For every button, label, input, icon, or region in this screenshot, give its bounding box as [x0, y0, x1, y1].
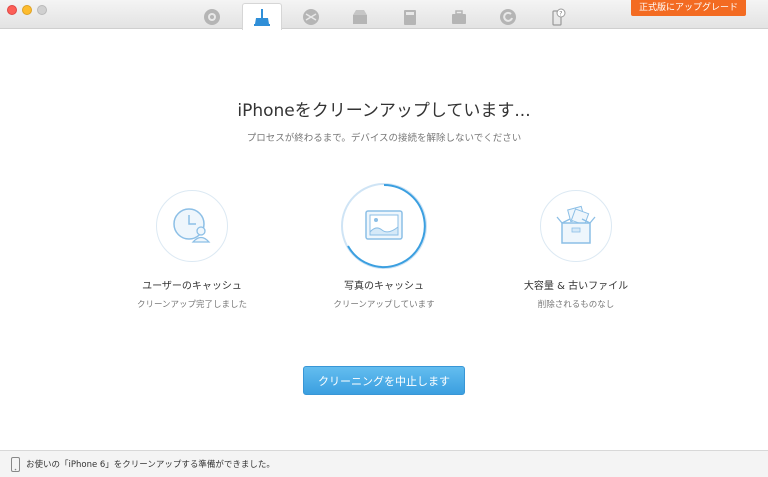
step-user-cache: ユーザーのキャッシュ クリーンアップ完了しました [102, 190, 282, 310]
step-photo-cache-desc: クリーンアップしています [333, 300, 435, 310]
help-icon: ? [552, 8, 566, 26]
status-bar: お使いの「iPhone 6」をクリーンアップする準備ができました。 [0, 450, 768, 477]
user-clock-icon [173, 208, 211, 243]
toolbar-airbackup[interactable] [192, 4, 232, 29]
app-window: ? 正式版にアップグレード iPhoneをクリーンアップしています... プロセ… [0, 0, 768, 477]
clean-icon [254, 9, 270, 26]
svg-text:?: ? [559, 10, 562, 17]
iphone-icon [11, 457, 20, 472]
file-manager-icon [303, 8, 319, 25]
box-icon [556, 205, 596, 244]
stop-cleaning-button[interactable]: クリーニングを中止します [303, 366, 465, 395]
zoom-window-button[interactable] [37, 5, 47, 15]
page-subtitle: プロセスが終わるまで。デバイスの接続を解除しないでください [246, 133, 522, 144]
media-icon [404, 9, 416, 25]
toolbar-app-manager[interactable] [340, 4, 380, 29]
step-user-cache-title: ユーザーのキャッシュ [142, 281, 242, 292]
restore-icon [500, 8, 516, 25]
upgrade-button[interactable]: 正式版にアップグレード [630, 0, 746, 16]
step-large-files: 大容量 & 古いファイル 削除されるものなし [486, 190, 666, 310]
progress-ring [347, 184, 426, 268]
toolkit-icon [452, 9, 466, 24]
step-photo-cache-circle [341, 183, 427, 269]
app-manager-icon [353, 9, 367, 24]
toolbar-help[interactable]: ? [538, 4, 578, 29]
step-user-cache-desc: クリーンアップ完了しました [136, 300, 248, 310]
status-text: お使いの「iPhone 6」をクリーンアップする準備ができました。 [26, 460, 275, 470]
toolbar: ? 正式版にアップグレード [0, 0, 768, 30]
step-large-files-circle [540, 190, 612, 262]
step-user-cache-circle [156, 190, 228, 262]
step-large-files-title: 大容量 & 古いファイル [523, 281, 629, 292]
page-title: iPhoneをクリーンアップしています... [237, 101, 531, 121]
close-window-button[interactable] [7, 5, 17, 15]
toolbar-restore[interactable] [488, 4, 528, 29]
step-photo-cache-title: 写真のキャッシュ [344, 281, 424, 292]
airbackup-icon [204, 8, 220, 25]
step-large-files-desc: 削除されるものなし [537, 300, 615, 310]
minimize-window-button[interactable] [22, 5, 32, 15]
toolbar-clean[interactable] [242, 3, 282, 30]
toolbar-file-manager[interactable] [291, 4, 331, 29]
step-photo-cache: 写真のキャッシュ クリーンアップしています [294, 183, 474, 310]
toolbar-toolkit[interactable] [439, 4, 479, 29]
toolbar-media[interactable] [390, 4, 430, 29]
